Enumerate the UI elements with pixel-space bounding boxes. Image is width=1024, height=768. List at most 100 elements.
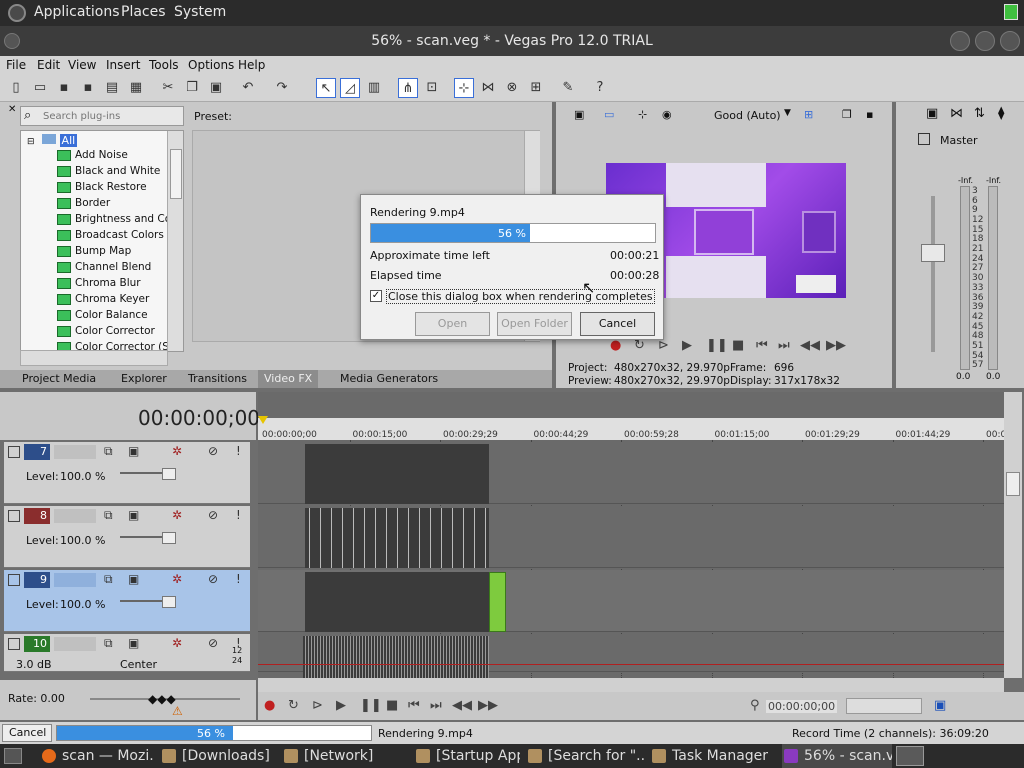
pause-icon[interactable]: ❚❚ [706, 338, 728, 353]
normal-edit-tool-icon[interactable]: ↖ [316, 78, 336, 98]
status-cancel-button[interactable]: Cancel [2, 724, 52, 742]
play-from-start-icon[interactable]: ⊳ [658, 338, 669, 353]
motion-icon[interactable]: ⧉ [104, 572, 113, 587]
save-as-icon[interactable]: ▪ [78, 78, 98, 98]
cut-icon[interactable]: ✂ [158, 78, 178, 98]
search-box[interactable]: ⌕ [20, 106, 184, 126]
timeline-end-icon[interactable]: ⏭ [430, 698, 442, 713]
save-snapshot-icon[interactable]: ▪ [866, 108, 873, 121]
plugin-item[interactable]: Chroma Blur [57, 277, 141, 293]
insert-bus-icon[interactable]: ▣ [926, 106, 938, 121]
compositing-icon[interactable]: ▣ [128, 444, 139, 458]
motion-icon[interactable]: ⧉ [104, 508, 113, 523]
mixer-icon[interactable]: ⧫ [998, 106, 1004, 121]
help-icon[interactable]: ? [590, 78, 610, 98]
next-frame-icon[interactable]: ⏭ [778, 338, 790, 353]
track-name-field[interactable] [54, 637, 96, 651]
timeline-vscroll[interactable] [1004, 392, 1022, 678]
level-slider-thumb[interactable] [162, 596, 176, 608]
loop-icon[interactable]: ↻ [634, 338, 645, 353]
plugin-item[interactable]: Broadcast Colors [57, 229, 164, 245]
clip-track9-green[interactable] [489, 572, 506, 632]
timeline-record-icon[interactable]: ● [264, 698, 275, 713]
properties-icon[interactable]: ▦ [126, 78, 146, 98]
compositing-icon[interactable]: ▣ [128, 572, 139, 586]
copy-icon[interactable]: ❐ [182, 78, 202, 98]
open-icon[interactable]: ▭ [30, 78, 50, 98]
plugin-item[interactable]: Add Noise [57, 149, 128, 165]
clip-track7[interactable] [305, 444, 489, 504]
plugin-item[interactable]: Bump Map [57, 245, 131, 261]
gnome-logo-icon[interactable] [8, 4, 26, 22]
window-menu-icon[interactable] [4, 33, 20, 49]
fast-forward-icon[interactable]: ▶▶ [826, 338, 846, 353]
stop-icon[interactable]: ■ [732, 338, 744, 353]
plugin-item[interactable]: Brightness and Con [57, 213, 178, 229]
auto-ripple-icon[interactable]: ⋔ [398, 78, 418, 98]
motion-icon[interactable]: ⧉ [104, 636, 113, 651]
track-name-field[interactable] [54, 445, 96, 459]
timeline-play-icon[interactable]: ▶ [336, 698, 346, 713]
envelope-tool-icon[interactable]: ◿ [340, 78, 360, 98]
track-expand-icon[interactable] [8, 446, 20, 458]
downmix-icon[interactable]: ⋈ [950, 106, 963, 121]
cancel-button[interactable]: Cancel [580, 312, 655, 336]
save-icon[interactable]: ▪ [54, 78, 74, 98]
solo-icon[interactable]: ! [236, 572, 241, 586]
mute-icon[interactable]: ⊘ [208, 636, 218, 650]
track-expand-icon[interactable] [8, 510, 20, 522]
tab-explorer[interactable]: Explorer [121, 372, 167, 385]
panel-close-icon[interactable]: ✕ [8, 104, 16, 115]
track-expand-icon[interactable] [8, 574, 20, 586]
snapping-icon[interactable]: ⊹ [454, 78, 474, 98]
tree-vscroll[interactable] [167, 131, 183, 351]
taskbar-button[interactable]: scan — Mozi... [40, 744, 154, 768]
tab-media-generators[interactable]: Media Generators [340, 372, 438, 385]
solo-icon[interactable]: ! [236, 444, 241, 458]
taskbar-app-icon[interactable] [896, 746, 924, 766]
menu-insert[interactable]: Insert [106, 58, 140, 72]
close-button[interactable] [1000, 31, 1020, 51]
clip-track10-audio[interactable] [303, 636, 489, 678]
play-icon[interactable]: ▶ [682, 338, 692, 353]
clip-track9[interactable] [305, 572, 489, 632]
fx-icon[interactable]: ✲ [172, 444, 182, 458]
tray-icon[interactable] [1004, 4, 1018, 20]
track-header[interactable]: 8 ⧉ ▣ ✲ ⊘! Level: 100.0 % [4, 506, 250, 568]
external-monitor-icon[interactable]: ▭ [604, 108, 614, 121]
track-name-field[interactable] [54, 573, 96, 587]
fx-icon[interactable]: ✲ [172, 508, 182, 522]
menu-options[interactable]: Options [188, 58, 234, 72]
track-header[interactable]: 7 ⧉ ▣ ✲ ⊘! Level: 100.0 % [4, 442, 250, 504]
taskbar-button[interactable]: [Startup App... [414, 744, 520, 768]
open-button[interactable]: Open [415, 312, 490, 336]
menu-edit[interactable]: Edit [37, 58, 60, 72]
timeline-start-icon[interactable]: ⏮ [408, 698, 420, 713]
master-fader[interactable] [921, 244, 945, 262]
overlays-icon[interactable]: ◉ [662, 108, 672, 121]
timeline-stop-icon[interactable]: ■ [386, 698, 398, 713]
timeline-rewind-icon[interactable]: ◀◀ [452, 698, 472, 713]
track-header[interactable]: 9 ⧉ ▣ ✲ ⊘! Level: 100.0 % [4, 570, 250, 632]
copy-snapshot-icon[interactable]: ❐ [842, 108, 852, 121]
show-desktop-icon[interactable] [4, 748, 22, 764]
close-when-done-label[interactable]: Close this dialog box when rendering com… [386, 289, 655, 304]
selection-tool-icon[interactable]: ▥ [364, 78, 384, 98]
track-expand-icon[interactable] [8, 638, 20, 650]
track-name-field[interactable] [54, 509, 96, 523]
time-selection-box[interactable] [846, 698, 922, 714]
snapshot-icon[interactable]: ▣ [934, 698, 946, 713]
taskbar-button[interactable]: Task Manager [650, 744, 776, 768]
menu-help[interactable]: Help [238, 58, 265, 72]
preview-quality[interactable]: Good (Auto) [714, 109, 781, 122]
tab-transitions[interactable]: Transitions [188, 372, 247, 385]
taskbar-button[interactable]: [Network] [282, 744, 408, 768]
tab-video-fx[interactable]: Video FX [258, 370, 319, 388]
taskbar-button[interactable]: [Search for "... [526, 744, 644, 768]
quality-dropdown-icon[interactable]: ▼ [784, 108, 791, 118]
plugin-item[interactable]: Black Restore [57, 181, 147, 197]
record-icon[interactable]: ● [610, 338, 621, 353]
dim-output-icon[interactable]: ⇅ [974, 106, 985, 121]
crop-icon[interactable]: ⊞ [526, 78, 546, 98]
plugin-item[interactable]: Black and White [57, 165, 160, 181]
